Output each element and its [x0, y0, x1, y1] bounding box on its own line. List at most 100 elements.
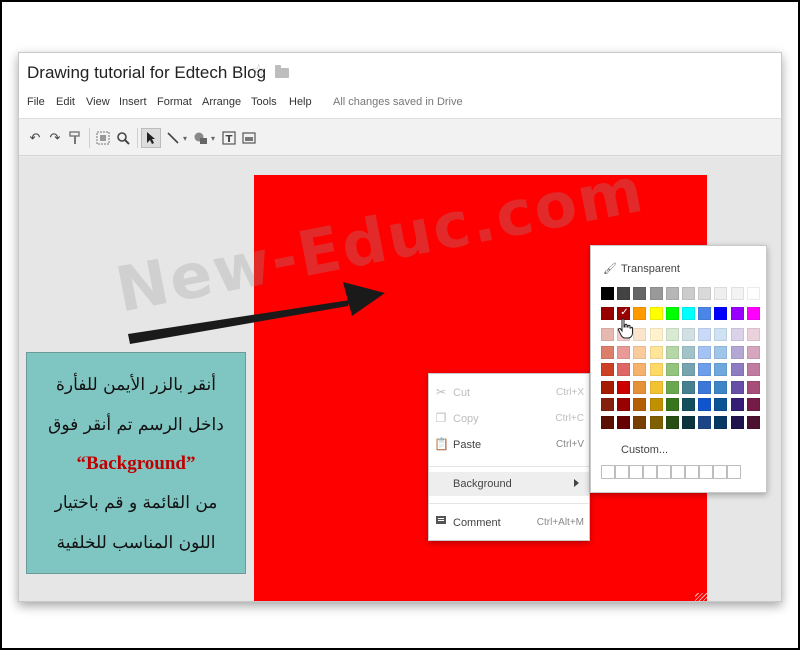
zoom-icon[interactable] [113, 128, 133, 148]
color-swatch[interactable] [633, 380, 647, 394]
color-swatch[interactable] [601, 328, 614, 341]
document-title[interactable]: Drawing tutorial for Edtech Blog [27, 63, 266, 83]
color-swatch[interactable] [633, 287, 647, 300]
custom-color-slot[interactable] [713, 465, 727, 479]
custom-color-slot[interactable] [727, 465, 741, 479]
color-swatch[interactable] [665, 328, 679, 341]
color-swatch[interactable] [633, 328, 647, 341]
image-icon[interactable] [239, 128, 259, 148]
menu-tools[interactable]: Tools [251, 96, 277, 108]
color-swatch[interactable] [617, 380, 631, 394]
chevron-down-icon[interactable]: ▾ [181, 128, 189, 148]
color-swatch[interactable] [714, 306, 728, 320]
color-swatch[interactable] [730, 363, 744, 376]
color-swatch[interactable] [649, 345, 663, 359]
color-swatch[interactable] [682, 306, 695, 320]
color-swatch[interactable] [730, 380, 744, 394]
custom-color-option[interactable]: Custom... [621, 444, 668, 456]
color-swatch[interactable] [746, 328, 760, 341]
color-swatch[interactable] [682, 287, 695, 300]
paint-format-icon[interactable] [65, 128, 85, 148]
menu-insert[interactable]: Insert [119, 96, 147, 108]
color-swatch[interactable] [730, 345, 744, 359]
context-item-comment[interactable]: Comment Ctrl+Alt+M [429, 511, 589, 535]
color-swatch[interactable] [649, 306, 663, 320]
context-item-cut[interactable]: ✂ Cut Ctrl+X [429, 381, 589, 405]
line-icon[interactable] [163, 128, 183, 148]
color-swatch[interactable] [649, 363, 663, 376]
color-swatch[interactable] [698, 398, 712, 411]
pointer-icon[interactable] [141, 128, 161, 148]
color-swatch[interactable] [601, 380, 614, 394]
color-swatch[interactable] [633, 363, 647, 376]
color-swatch[interactable] [665, 287, 679, 300]
color-swatch[interactable] [649, 380, 663, 394]
color-swatch[interactable] [617, 287, 631, 300]
color-swatch[interactable] [698, 328, 712, 341]
color-swatch[interactable] [649, 415, 663, 429]
text-box-icon[interactable]: T [219, 128, 239, 148]
color-swatch[interactable] [698, 345, 712, 359]
color-swatch[interactable] [698, 380, 712, 394]
color-swatch[interactable] [665, 363, 679, 376]
color-swatch[interactable] [633, 398, 647, 411]
color-swatch[interactable] [698, 363, 712, 376]
context-item-background[interactable]: Background [429, 472, 589, 496]
menu-arrange[interactable]: Arrange [202, 96, 241, 108]
color-swatch[interactable] [682, 345, 695, 359]
custom-color-slot[interactable] [657, 465, 671, 479]
color-swatch[interactable] [682, 363, 695, 376]
custom-color-slot[interactable] [699, 465, 713, 479]
color-swatch[interactable] [714, 363, 728, 376]
color-swatch[interactable] [730, 306, 744, 320]
menu-format[interactable]: Format [157, 96, 192, 108]
color-swatch[interactable] [730, 398, 744, 411]
transparent-option[interactable]: Transparent [621, 263, 680, 275]
select-area-icon[interactable] [93, 128, 113, 148]
color-swatch[interactable] [633, 415, 647, 429]
custom-color-slot[interactable] [601, 465, 615, 479]
color-swatch[interactable] [714, 328, 728, 341]
color-swatch[interactable] [746, 306, 760, 320]
color-swatch[interactable] [730, 415, 744, 429]
color-swatch[interactable] [698, 306, 712, 320]
color-swatch[interactable] [698, 287, 712, 300]
shape-icon[interactable] [191, 128, 211, 148]
menu-help[interactable]: Help [289, 96, 312, 108]
color-swatch[interactable] [633, 306, 647, 320]
custom-color-slot[interactable] [615, 465, 629, 479]
custom-color-slot[interactable] [629, 465, 643, 479]
color-swatch[interactable] [601, 363, 614, 376]
menu-file[interactable]: File [27, 96, 45, 108]
color-swatch[interactable] [714, 398, 728, 411]
color-swatch[interactable] [746, 415, 760, 429]
context-item-copy[interactable]: ❐ Copy Ctrl+C [429, 407, 589, 431]
color-swatch[interactable] [698, 415, 712, 429]
color-swatch[interactable] [665, 398, 679, 411]
redo-icon[interactable]: ↷ [45, 128, 65, 148]
color-swatch[interactable] [649, 287, 663, 300]
color-swatch[interactable] [746, 398, 760, 411]
color-swatch[interactable] [665, 345, 679, 359]
color-swatch[interactable] [601, 345, 614, 359]
color-swatch[interactable] [601, 306, 614, 320]
color-swatch[interactable] [714, 287, 728, 300]
color-swatch[interactable] [665, 306, 679, 320]
custom-color-slot[interactable] [671, 465, 685, 479]
menu-view[interactable]: View [86, 96, 110, 108]
color-swatch[interactable] [714, 345, 728, 359]
color-swatch[interactable] [682, 328, 695, 341]
color-swatch[interactable] [665, 415, 679, 429]
color-swatch[interactable] [617, 345, 631, 359]
menu-edit[interactable]: Edit [56, 96, 75, 108]
color-swatch[interactable] [746, 287, 760, 300]
color-swatch[interactable] [714, 380, 728, 394]
custom-color-slot[interactable] [643, 465, 657, 479]
color-swatch[interactable] [601, 398, 614, 411]
color-swatch[interactable] [730, 328, 744, 341]
color-swatch[interactable] [746, 380, 760, 394]
color-swatch[interactable] [682, 380, 695, 394]
color-swatch[interactable] [601, 287, 614, 300]
color-swatch[interactable] [730, 287, 744, 300]
color-swatch[interactable] [649, 328, 663, 341]
